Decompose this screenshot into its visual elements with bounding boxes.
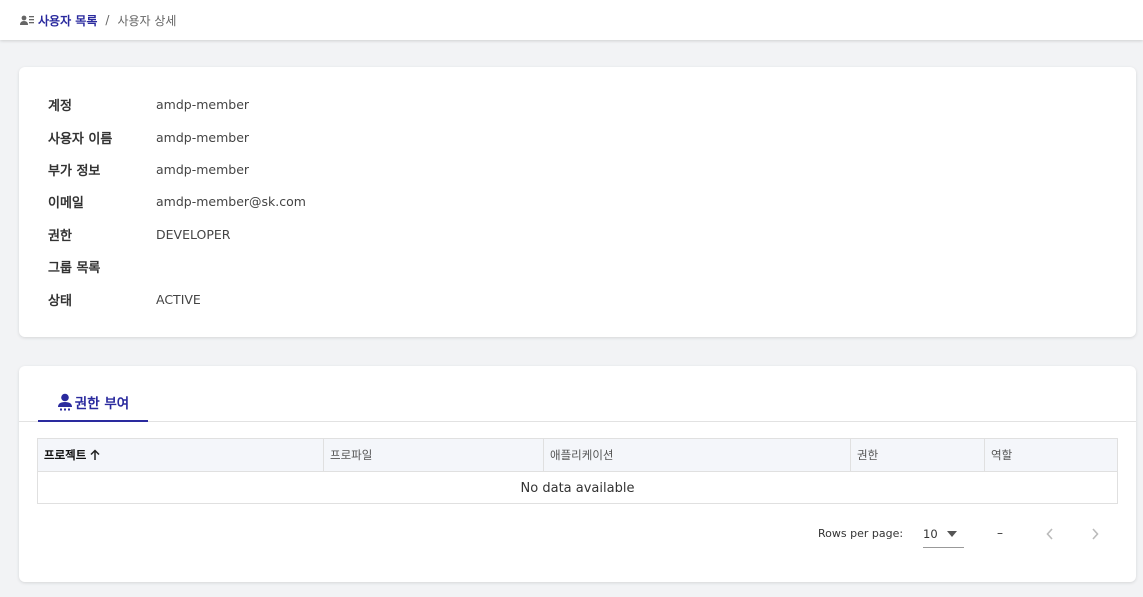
info-label: 권한 [48, 228, 72, 244]
breadcrumb-current: 사용자 상세 [117, 13, 177, 28]
info-row-status: 상태 ACTIVE [48, 289, 201, 309]
rows-per-page-select[interactable]: 10 [923, 520, 964, 548]
info-value: amdp-member@sk.com [156, 193, 306, 209]
info-label: 그룹 목록 [48, 260, 101, 276]
info-row-account: 계정 amdp-member [48, 94, 249, 114]
column-header-label: 프로파일 [330, 448, 373, 462]
info-value: amdp-member [156, 129, 250, 145]
breadcrumb-separator: / [105, 13, 110, 27]
info-label: 계정 [48, 98, 72, 114]
breadcrumb-bar: 사용자 목록 / 사용자 상세 [0, 0, 1143, 40]
info-value: DEVELOPER [156, 226, 231, 242]
tab-permission-grant[interactable]: 권한 부여 [38, 384, 148, 422]
info-label: 상태 [48, 293, 72, 309]
tab-bar: 권한 부여 [19, 366, 1136, 422]
column-header-label: 권한 [857, 448, 879, 462]
permission-table: 프로젝트 프로파일 애플리케이션 권한 역할 No data available [37, 438, 1118, 504]
chevron-right-icon [1092, 528, 1099, 540]
column-header-label: 애플리케이션 [550, 448, 614, 462]
info-row-username: 사용자 이름 amdp-member [48, 127, 249, 147]
column-header-profile[interactable]: 프로파일 [324, 439, 544, 471]
prev-page-button[interactable] [1038, 520, 1062, 548]
arrow-up-icon [90, 449, 100, 460]
info-label: 부가 정보 [48, 163, 101, 179]
info-row-extra: 부가 정보 amdp-member [48, 159, 249, 179]
info-row-groups: 그룹 목록 [48, 256, 156, 276]
info-value: ACTIVE [156, 291, 201, 307]
column-header-project[interactable]: 프로젝트 [38, 439, 324, 471]
info-value: amdp-member [156, 161, 250, 177]
rows-per-page-value: 10 [923, 526, 938, 541]
table-header: 프로젝트 프로파일 애플리케이션 권한 역할 [38, 439, 1117, 472]
tab-label: 권한 부여 [74, 396, 130, 412]
next-page-button[interactable] [1083, 520, 1107, 548]
breadcrumb-parent-label: 사용자 목록 [38, 13, 98, 28]
info-label: 사용자 이름 [48, 131, 113, 147]
column-header-label: 역할 [991, 448, 1013, 462]
rows-per-page-label: Rows per page: [818, 527, 904, 540]
caret-down-icon [947, 530, 957, 537]
info-value: amdp-member [156, 96, 250, 112]
chevron-left-icon [1046, 528, 1053, 540]
user-info-card: 계정 amdp-member 사용자 이름 amdp-member 부가 정보 … [19, 67, 1136, 337]
permission-card: 권한 부여 프로젝트 프로파일 애플리케이션 권한 역할 No data ava… [19, 366, 1136, 582]
info-row-email: 이메일 amdp-member@sk.com [48, 191, 306, 211]
user-list-icon [20, 15, 34, 25]
column-header-label: 프로젝트 [44, 448, 87, 462]
table-footer: Rows per page: 10 – [19, 516, 1136, 550]
info-row-role: 권한 DEVELOPER [48, 224, 230, 244]
info-label: 이메일 [48, 195, 84, 211]
page-range-text: – [997, 526, 1003, 540]
column-header-role[interactable]: 역할 [985, 439, 1117, 471]
user-permission-icon [57, 393, 72, 411]
column-header-permission[interactable]: 권한 [851, 439, 985, 471]
column-header-application[interactable]: 애플리케이션 [544, 439, 851, 471]
empty-state-text: No data available [520, 480, 635, 496]
breadcrumb-parent-link[interactable]: 사용자 목록 [20, 12, 97, 29]
